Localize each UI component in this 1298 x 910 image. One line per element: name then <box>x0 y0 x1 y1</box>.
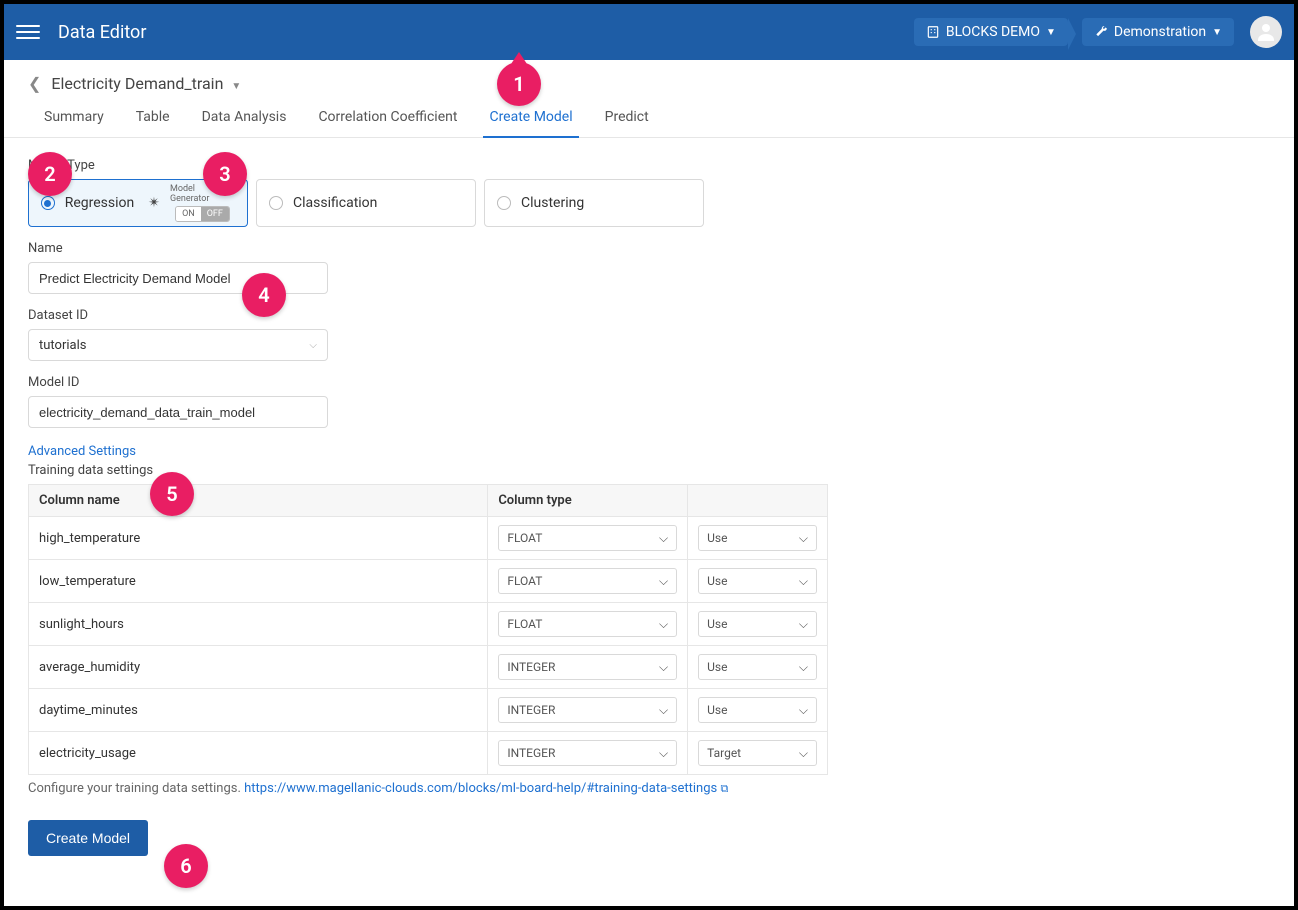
avatar[interactable] <box>1250 16 1282 48</box>
annotation-1: 1 <box>497 62 541 106</box>
hint-link-text: https://www.magellanic-clouds.com/blocks… <box>244 781 717 796</box>
project-selector[interactable]: BLOCKS DEMO ▼ <box>914 18 1068 46</box>
table-row: high_temperature FLOAT⌵ Use⌵ <box>29 517 828 560</box>
tab-data-analysis[interactable]: Data Analysis <box>202 109 287 137</box>
dataset-id-value: tutorials <box>39 338 86 353</box>
col-header-use <box>688 485 828 517</box>
annotation-3: 3 <box>203 152 247 196</box>
create-model-button[interactable]: Create Model <box>28 820 148 856</box>
annotation-2: 2 <box>28 152 72 196</box>
model-id-label: Model ID <box>28 375 1270 390</box>
chevron-down-icon: ▼ <box>231 81 241 92</box>
table-row: low_temperature FLOAT⌵ Use⌵ <box>29 560 828 603</box>
column-type-select[interactable]: INTEGER⌵ <box>498 697 677 723</box>
radio-icon <box>41 196 55 210</box>
menu-icon[interactable] <box>16 20 40 44</box>
tab-correlation[interactable]: Correlation Coefficient <box>318 109 457 137</box>
annotation-6: 6 <box>164 844 208 888</box>
column-type-select[interactable]: FLOAT⌵ <box>498 568 677 594</box>
model-id-input[interactable] <box>28 396 328 428</box>
radio-classification[interactable]: Classification <box>256 179 476 227</box>
app-header: Data Editor BLOCKS DEMO ▼ Demonstration … <box>4 4 1294 60</box>
tab-table[interactable]: Table <box>136 109 170 137</box>
dataset-id-select[interactable]: tutorials ⌵ <box>28 329 328 361</box>
chevron-down-icon: ⌵ <box>309 340 317 351</box>
back-icon[interactable]: ❮ <box>28 74 41 93</box>
training-data-label: Training data settings <box>28 463 1270 478</box>
toggle-off: OFF <box>201 207 229 221</box>
table-row: electricity_usage INTEGER⌵ Target⌵ <box>29 732 828 775</box>
table-row: daytime_minutes INTEGER⌵ Use⌵ <box>29 689 828 732</box>
column-use-select[interactable]: Use⌵ <box>698 525 817 551</box>
cell-column-name: low_temperature <box>29 560 488 603</box>
col-header-name: Column name <box>29 485 488 517</box>
wrench-icon <box>1094 25 1108 39</box>
tab-create-model[interactable]: Create Model <box>489 109 572 137</box>
model-gen-toggle[interactable]: ON OFF <box>175 206 230 222</box>
column-type-select[interactable]: INTEGER⌵ <box>498 654 677 680</box>
breadcrumb-title[interactable]: Electricity Demand_train ▼ <box>51 74 241 93</box>
building-icon <box>926 25 940 39</box>
breadcrumb: ❮ Electricity Demand_train ▼ <box>4 60 1294 99</box>
training-data-table: Column name Column type high_temperature… <box>28 484 828 775</box>
training-hint: Configure your training data settings. h… <box>28 781 1270 796</box>
hint-text: Configure your training data settings. <box>28 781 244 796</box>
column-type-select[interactable]: FLOAT⌵ <box>498 525 677 551</box>
cell-column-name: average_humidity <box>29 646 488 689</box>
column-use-select[interactable]: Use⌵ <box>698 611 817 637</box>
cell-column-name: high_temperature <box>29 517 488 560</box>
radio-clustering-label: Clustering <box>521 195 584 211</box>
chevron-down-icon: ▼ <box>1046 27 1056 38</box>
radio-icon <box>269 196 283 210</box>
column-use-select[interactable]: Use⌵ <box>698 654 817 680</box>
cell-column-name: sunlight_hours <box>29 603 488 646</box>
annotation-5: 5 <box>150 472 194 516</box>
hint-link[interactable]: https://www.magellanic-clouds.com/blocks… <box>244 781 728 796</box>
advanced-settings-link[interactable]: Advanced Settings <box>28 444 136 459</box>
toggle-on: ON <box>176 207 201 221</box>
column-use-select[interactable]: Target⌵ <box>698 740 817 766</box>
breadcrumb-title-text: Electricity Demand_train <box>51 74 223 93</box>
table-row: sunlight_hours FLOAT⌵ Use⌵ <box>29 603 828 646</box>
column-use-select[interactable]: Use⌵ <box>698 697 817 723</box>
table-row: average_humidity INTEGER⌵ Use⌵ <box>29 646 828 689</box>
tab-predict[interactable]: Predict <box>605 109 649 137</box>
chevron-down-icon: ▼ <box>1212 27 1222 38</box>
radio-classification-label: Classification <box>293 195 377 211</box>
name-label: Name <box>28 241 1270 256</box>
cell-column-name: daytime_minutes <box>29 689 488 732</box>
tabs: Summary Table Data Analysis Correlation … <box>4 99 1294 138</box>
content: Model Type Regression ✴ Model Generator … <box>4 138 1294 876</box>
sparkle-icon: ✴ <box>148 195 160 211</box>
tab-summary[interactable]: Summary <box>44 109 104 137</box>
dataset-id-label: Dataset ID <box>28 308 1270 323</box>
user-icon <box>1254 20 1278 44</box>
cell-column-name: electricity_usage <box>29 732 488 775</box>
external-link-icon: ⧉ <box>720 782 728 795</box>
radio-clustering[interactable]: Clustering <box>484 179 704 227</box>
radio-regression-label: Regression <box>65 195 135 211</box>
project-selector-label: BLOCKS DEMO <box>946 24 1040 40</box>
col-header-type: Column type <box>488 485 688 517</box>
env-selector-label: Demonstration <box>1114 24 1206 40</box>
column-type-select[interactable]: INTEGER⌵ <box>498 740 677 766</box>
radio-icon <box>497 196 511 210</box>
column-type-select[interactable]: FLOAT⌵ <box>498 611 677 637</box>
env-selector[interactable]: Demonstration ▼ <box>1082 18 1234 46</box>
annotation-4: 4 <box>242 273 286 317</box>
column-use-select[interactable]: Use⌵ <box>698 568 817 594</box>
app-title: Data Editor <box>58 22 146 43</box>
